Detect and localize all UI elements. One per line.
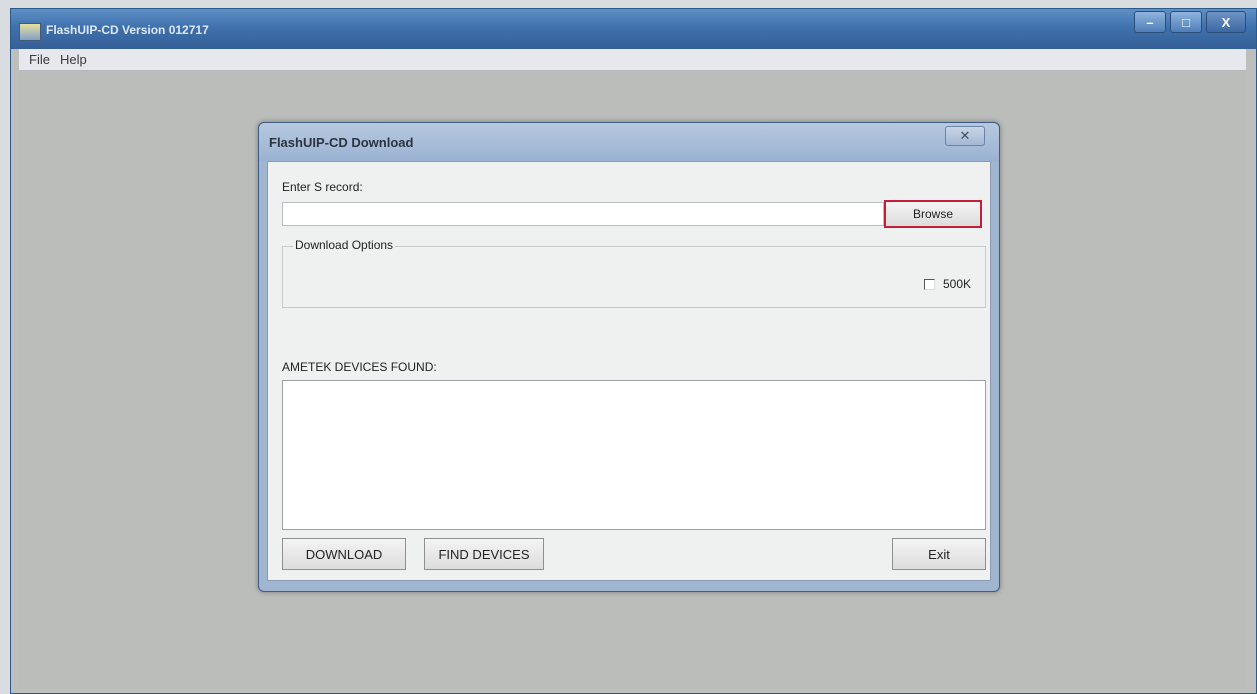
download-dialog: FlashUIP-CD Download ✕ Enter S record: B… — [258, 122, 1000, 592]
dialog-body: Enter S record: Browse Download Options … — [267, 161, 991, 581]
checkbox-500k-row[interactable]: 500K — [923, 277, 971, 291]
dialog-titlebar[interactable]: FlashUIP-CD Download ✕ — [259, 123, 999, 161]
main-window-title: FlashUIP-CD Version 012717 — [46, 23, 209, 37]
close-button[interactable]: X — [1206, 11, 1246, 33]
devices-list[interactable] — [282, 380, 986, 530]
dialog-close-button[interactable]: ✕ — [945, 126, 985, 146]
checkbox-500k[interactable] — [923, 278, 935, 290]
srecord-input[interactable] — [282, 202, 884, 226]
download-button[interactable]: DOWNLOAD — [282, 538, 406, 570]
download-options-group: Download Options 500K — [282, 238, 986, 308]
dialog-title: FlashUIP-CD Download — [269, 135, 414, 150]
menu-help[interactable]: Help — [60, 52, 87, 67]
main-titlebar[interactable]: FlashUIP-CD Version 012717 – □ X — [11, 9, 1256, 49]
app-icon — [19, 23, 41, 41]
find-devices-button[interactable]: FIND DEVICES — [424, 538, 544, 570]
minimize-button[interactable]: – — [1134, 11, 1166, 33]
srecord-label: Enter S record: — [282, 180, 363, 194]
browse-button[interactable]: Browse — [884, 200, 982, 228]
exit-button[interactable]: Exit — [892, 538, 986, 570]
checkbox-500k-label: 500K — [942, 277, 971, 291]
devices-found-label: AMETEK DEVICES FOUND: — [282, 360, 437, 374]
window-controls: – □ X — [1134, 11, 1246, 33]
menu-file[interactable]: File — [29, 52, 50, 67]
download-options-title: Download Options — [293, 238, 396, 252]
menu-bar: File Help — [19, 49, 1246, 71]
maximize-button[interactable]: □ — [1170, 11, 1202, 33]
